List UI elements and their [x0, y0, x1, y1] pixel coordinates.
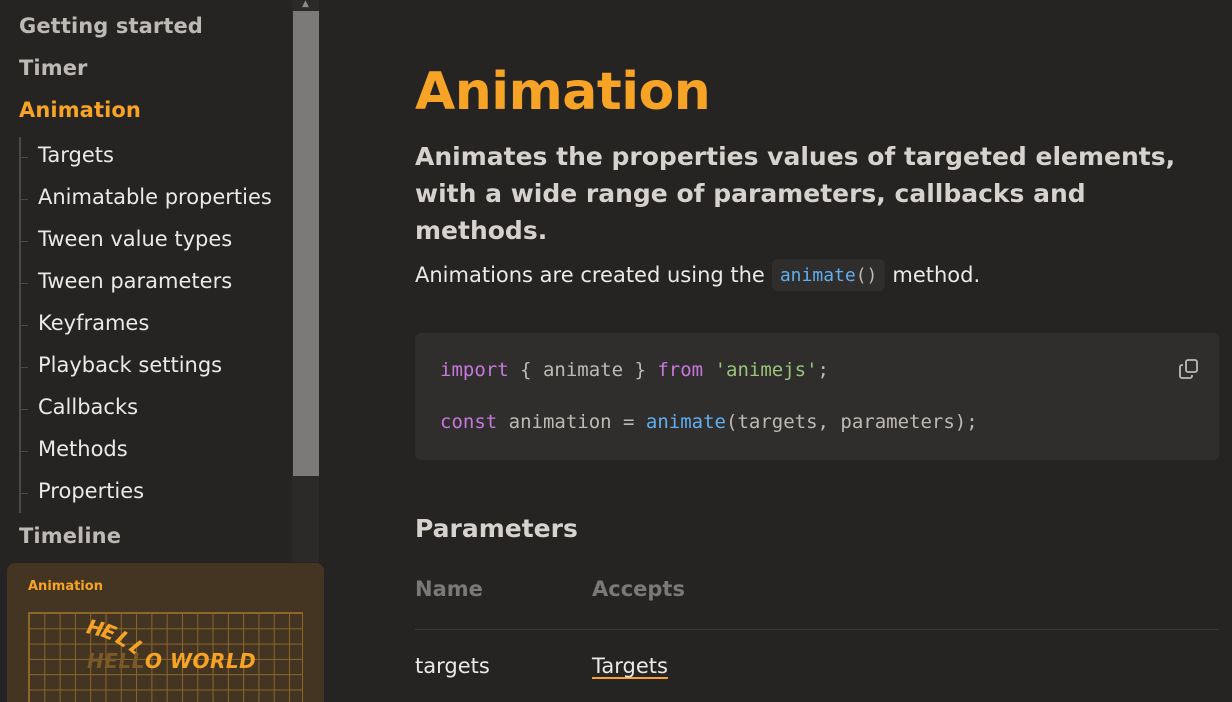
sidebar-item-getting-started[interactable]: Getting started [19, 14, 203, 38]
table-cell-accepts-link[interactable]: Targets [592, 654, 668, 678]
sidebar-item-properties[interactable]: Properties [38, 479, 144, 503]
sidebar-item-tween-value-types[interactable]: Tween value types [38, 227, 232, 251]
preview-demo-dim-text: HELL [87, 649, 145, 673]
sidebar-item-timeline[interactable]: Timeline [19, 524, 121, 548]
sidebar-item-animatable-properties[interactable]: Animatable properties [38, 185, 272, 209]
code-keyword-import: import [440, 359, 509, 381]
sidebar: Getting started Timer Animation Targets … [0, 0, 324, 702]
code-line-2: const animation = animate(targets, param… [440, 411, 978, 433]
sidebar-item-timer[interactable]: Timer [19, 56, 88, 80]
preview-demo-bright-text: O WORLD [145, 649, 257, 673]
sidebar-item-tween-parameters[interactable]: Tween parameters [38, 269, 232, 293]
copy-icon[interactable] [1177, 357, 1201, 381]
code-function: animate [645, 411, 726, 433]
code-semicolon: ; [817, 359, 829, 381]
preview-card-label: Animation [28, 579, 103, 594]
sidebar-item-keyframes[interactable]: Keyframes [38, 311, 149, 335]
column-header-name: Name [415, 577, 483, 601]
intro-text-before: Animations are created using the [415, 263, 765, 287]
sidebar-item-callbacks[interactable]: Callbacks [38, 395, 138, 419]
sidebar-nav: Getting started Timer Animation Targets … [0, 0, 292, 562]
main-content: Animation Animates the properties values… [320, 0, 1232, 702]
sidebar-item-playback-settings[interactable]: Playback settings [38, 353, 222, 377]
code-keyword-const: const [440, 411, 498, 433]
sidebar-item-methods[interactable]: Methods [38, 437, 128, 461]
code-text: animation = [497, 411, 646, 433]
sidebar-scrollbar-thumb[interactable] [293, 11, 319, 476]
sidebar-item-targets[interactable]: Targets [38, 143, 114, 167]
inline-code-animate: animate() [771, 259, 886, 291]
column-header-accepts: Accepts [592, 577, 685, 601]
code-line-1: import { animate } from 'animejs'; [440, 359, 829, 381]
code-keyword-from: from [657, 359, 704, 381]
animation-preview-card[interactable]: Animation H E L L HELL O WORLD [7, 563, 324, 702]
sidebar-item-animation[interactable]: Animation [19, 98, 141, 122]
page-title: Animation [415, 62, 711, 122]
inline-code-parens: () [855, 264, 878, 286]
table-divider [415, 629, 1219, 630]
animation-subnav: Targets Animatable properties Tween valu… [19, 137, 289, 513]
parameters-heading: Parameters [415, 514, 578, 543]
code-string: 'animejs' [714, 359, 818, 381]
inline-code-fn: animate [779, 264, 856, 286]
code-block: import { animate } from 'animejs'; const… [415, 333, 1219, 460]
intro-paragraph: Animations are created using the animate… [415, 259, 980, 291]
page-lead: Animates the properties values of target… [415, 142, 1176, 245]
code-text: { animate } [508, 359, 658, 381]
scroll-up-arrow-icon[interactable]: ▲ [292, 0, 319, 10]
code-args: (targets, parameters); [726, 411, 978, 433]
table-cell-name: targets [415, 654, 490, 678]
intro-text-after: method. [892, 263, 981, 287]
